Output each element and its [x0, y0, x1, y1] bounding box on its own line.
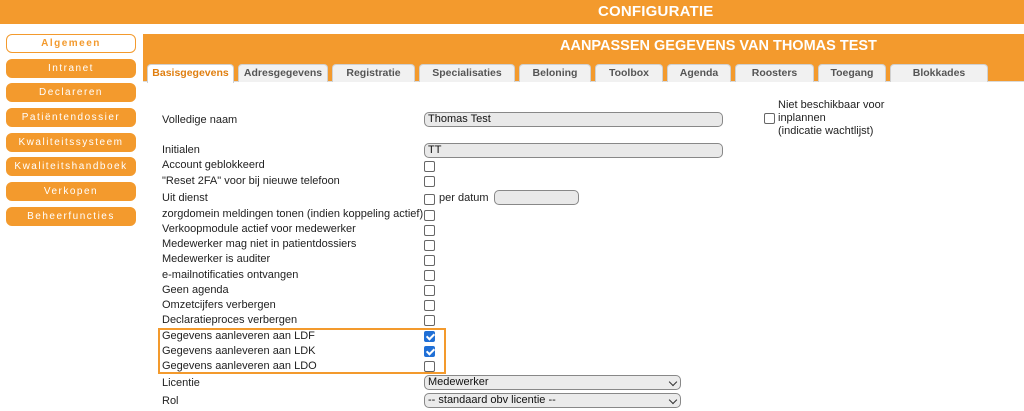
- label-volledige-naam: Volledige naam: [162, 114, 238, 126]
- tab-adresgegevens[interactable]: Adresgegevens: [238, 64, 328, 82]
- rol-value: -- standaard obv licentie --: [428, 394, 556, 406]
- account-geblokkeerd-checkbox[interactable]: [424, 161, 435, 172]
- declaratieproces-verbergen-checkbox[interactable]: [424, 315, 435, 326]
- label-reset-2fa: "Reset 2FA" voor bij nieuwe telefoon: [162, 175, 340, 187]
- label-initialen: Initialen: [162, 144, 200, 156]
- label-rol: Rol: [162, 395, 179, 407]
- geen-patientdossiers-checkbox[interactable]: [424, 240, 435, 251]
- label-aanleveren-ldk: Gegevens aanleveren aan LDK: [162, 345, 316, 357]
- label-per-datum: per datum: [439, 192, 489, 204]
- tab-roosters[interactable]: Roosters: [735, 64, 814, 82]
- sidebar-nav: Algemeen Intranet Declareren Patiëntendo…: [6, 34, 137, 232]
- aanleveren-ldk-checkbox[interactable]: [424, 346, 435, 357]
- rol-select[interactable]: -- standaard obv licentie --: [424, 393, 681, 408]
- tab-registratie[interactable]: Registratie: [332, 64, 415, 82]
- niet-beschikbaar-label: Niet beschikbaar voor inplannen (indicat…: [778, 99, 885, 137]
- sidebar-item-beheerfuncties[interactable]: Beheerfuncties: [6, 206, 136, 226]
- per-datum-field[interactable]: [494, 190, 579, 205]
- sidebar-item-declareren[interactable]: Declareren: [6, 83, 136, 103]
- verkoopmodule-checkbox[interactable]: [424, 225, 435, 236]
- sidebar-item-algemeen[interactable]: Algemeen: [6, 34, 136, 53]
- label-omzetcijfers-verbergen: Omzetcijfers verbergen: [162, 299, 276, 311]
- label-uit-dienst: Uit dienst: [162, 192, 208, 204]
- chevron-down-icon: [668, 395, 678, 405]
- label-emailnotificaties: e-mailnotificaties ontvangen: [162, 269, 299, 281]
- licentie-value: Medewerker: [428, 376, 489, 388]
- label-auditer: Medewerker is auditer: [162, 253, 271, 265]
- volledige-naam-field[interactable]: Thomas Test: [424, 112, 723, 127]
- uit-dienst-checkbox[interactable]: [424, 194, 435, 205]
- label-geen-patientdossiers: Medewerker mag niet in patientdossiers: [162, 238, 357, 250]
- aanleveren-ldf-checkbox[interactable]: [424, 331, 435, 342]
- app-title: CONFIGURATIE: [598, 3, 714, 20]
- sidebar-item-kwaliteitshandboek[interactable]: Kwaliteitshandboek: [6, 157, 136, 177]
- tab-toolbox[interactable]: Toolbox: [595, 64, 663, 82]
- tab-basisgegevens[interactable]: Basisgegevens: [147, 64, 234, 83]
- chevron-down-icon: [668, 377, 678, 387]
- label-account-geblokkeerd: Account geblokkeerd: [162, 159, 265, 171]
- form-panel: Volledige naam Thomas Test Niet beschikb…: [143, 82, 1024, 411]
- page-title: AANPASSEN GEGEVENS VAN THOMAS TEST: [560, 38, 877, 54]
- auditer-checkbox[interactable]: [424, 255, 435, 266]
- label-geen-agenda: Geen agenda: [162, 284, 229, 296]
- label-verkoopmodule: Verkoopmodule actief voor medewerker: [162, 223, 356, 235]
- tab-blokkades[interactable]: Blokkades: [890, 64, 988, 82]
- tab-beloning[interactable]: Beloning: [519, 64, 591, 82]
- label-aanleveren-ldf: Gegevens aanleveren aan LDF: [162, 330, 315, 342]
- sidebar-item-patientendossier[interactable]: Patiëntendossier: [6, 108, 136, 128]
- label-aanleveren-ldo: Gegevens aanleveren aan LDO: [162, 360, 317, 372]
- geen-agenda-checkbox[interactable]: [424, 285, 435, 296]
- app-title-bar: CONFIGURATIE: [0, 0, 1024, 24]
- sidebar-item-intranet[interactable]: Intranet: [6, 58, 136, 78]
- sidebar-item-verkopen[interactable]: Verkopen: [6, 182, 136, 202]
- label-zorgdomein-meldingen: zorgdomein meldingen tonen (indien koppe…: [162, 208, 424, 220]
- initialen-field[interactable]: TT: [424, 143, 723, 158]
- reset-2fa-checkbox[interactable]: [424, 176, 435, 187]
- niet-beschikbaar-checkbox[interactable]: [764, 113, 775, 124]
- sidebar-item-kwaliteitssysteem[interactable]: Kwaliteitssysteem: [6, 132, 136, 152]
- tab-strip: Basisgegevens Adresgegevens Registratie …: [143, 58, 1024, 83]
- licentie-select[interactable]: Medewerker: [424, 375, 681, 390]
- tab-toegang[interactable]: Toegang: [818, 64, 886, 82]
- zorgdomein-meldingen-checkbox[interactable]: [424, 210, 435, 221]
- emailnotificaties-checkbox[interactable]: [424, 270, 435, 281]
- aanleveren-ldo-checkbox[interactable]: [424, 361, 435, 372]
- tab-agenda[interactable]: Agenda: [667, 64, 731, 82]
- label-licentie: Licentie: [162, 377, 200, 389]
- omzetcijfers-verbergen-checkbox[interactable]: [424, 300, 435, 311]
- page-header: AANPASSEN GEGEVENS VAN THOMAS TEST: [143, 34, 1024, 58]
- label-declaratieproces-verbergen: Declaratieproces verbergen: [162, 314, 298, 326]
- tab-specialisaties[interactable]: Specialisaties: [419, 64, 515, 82]
